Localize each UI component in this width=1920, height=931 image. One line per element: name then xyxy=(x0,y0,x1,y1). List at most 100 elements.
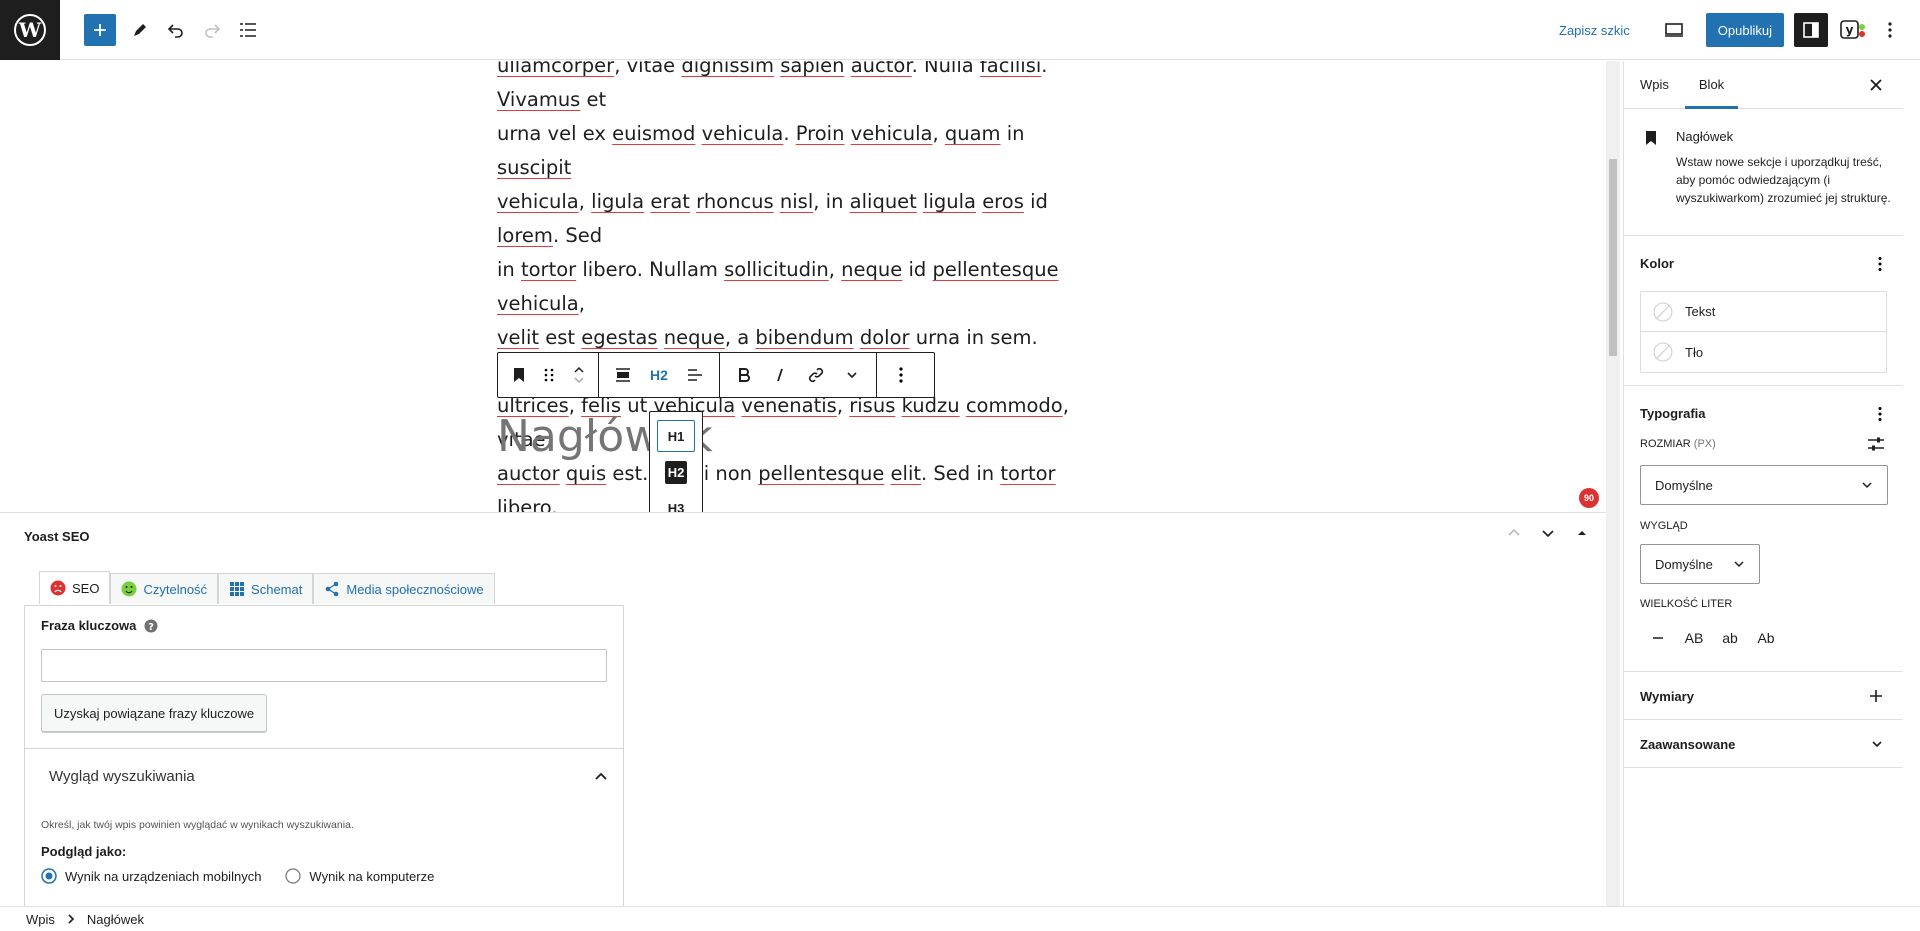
radio-desktop-label: Wynik na komputerze xyxy=(309,868,435,884)
letter-case-options: AB ab Ab xyxy=(1640,620,1784,656)
tab-post[interactable]: Wpis xyxy=(1624,61,1685,109)
block-name: Nagłówek xyxy=(1676,129,1734,144)
paragraph-line: vehicula, ligula erat rhoncus nisl, in a… xyxy=(497,190,1048,247)
options-more-icon[interactable] xyxy=(1872,12,1908,48)
more-formats-chevron-icon[interactable] xyxy=(834,357,870,393)
breadcrumb-current[interactable]: Nagłówek xyxy=(87,912,144,927)
wordpress-logo-icon[interactable]: W xyxy=(0,0,60,60)
font-size-value: Domyślne xyxy=(1655,477,1713,493)
block-options-icon[interactable] xyxy=(883,357,919,393)
italic-button[interactable] xyxy=(762,357,798,393)
chevron-up-icon xyxy=(595,772,607,780)
preview-as-label: Podgląd jako: xyxy=(41,844,127,859)
keyphrase-label-row: Fraza kluczowa ? xyxy=(41,618,158,633)
radio-mobile[interactable] xyxy=(41,868,57,884)
collapse-triangle-icon[interactable] xyxy=(1574,525,1590,541)
font-size-select[interactable]: Domyślne xyxy=(1640,465,1888,505)
text-align-icon[interactable] xyxy=(677,357,713,393)
typography-options-icon[interactable] xyxy=(1877,406,1883,422)
case-lower-button[interactable]: ab xyxy=(1712,620,1748,656)
tab-seo[interactable]: SEO xyxy=(39,571,111,604)
svg-text:y: y xyxy=(1846,23,1854,37)
case-upper-button[interactable]: AB xyxy=(1676,620,1712,656)
seo-panel: Fraza kluczowa ? Uzyskaj powiązane frazy… xyxy=(24,605,624,907)
tab-schema[interactable]: Schemat xyxy=(218,573,314,604)
yoast-metabox: 90 Yoast SEO SEO Czytelność Schemat Medi… xyxy=(0,488,1606,907)
keyphrase-input[interactable] xyxy=(41,649,607,682)
undo-icon[interactable] xyxy=(158,12,194,48)
chevron-down-icon xyxy=(1872,741,1882,748)
help-icon[interactable]: ? xyxy=(144,619,158,633)
drag-handle-icon[interactable] xyxy=(534,357,564,393)
align-wide-icon[interactable] xyxy=(605,357,641,393)
search-appearance-header[interactable]: Wygląd wyszukiwania xyxy=(49,768,609,785)
related-keyphrases-button[interactable]: Uzyskaj powiązane frazy kluczowe xyxy=(41,694,268,732)
grid-icon xyxy=(230,582,245,596)
case-none-button[interactable] xyxy=(1640,620,1676,656)
color-title: Kolor xyxy=(1640,256,1674,271)
radio-mobile-label: Wynik na urządzeniach mobilnych xyxy=(65,868,262,884)
color-options-icon[interactable] xyxy=(1877,256,1883,272)
notification-badge: 90 xyxy=(1579,488,1599,508)
dimensions-title: Wymiary xyxy=(1640,689,1694,704)
editor-scrollbar[interactable] xyxy=(1606,61,1620,906)
header-actions: Zapisz szkic Opublikuj y xyxy=(1559,0,1920,60)
settings-sidebar-toggle[interactable] xyxy=(1794,13,1828,47)
move-up-down-icon[interactable] xyxy=(564,357,594,393)
color-text-label: Tekst xyxy=(1685,304,1716,319)
plus-icon[interactable] xyxy=(1869,689,1883,703)
advanced-panel[interactable]: Zaawansowane xyxy=(1624,720,1903,768)
breadcrumb-root[interactable]: Wpis xyxy=(26,912,55,927)
redo-icon[interactable] xyxy=(194,12,230,48)
appearance-select[interactable]: Domyślne xyxy=(1640,544,1760,584)
preview-desktop-icon[interactable] xyxy=(1656,12,1692,48)
yoast-title: Yoast SEO xyxy=(24,529,90,544)
dimensions-panel[interactable]: Wymiary xyxy=(1624,672,1903,720)
sidebar-scrollbar[interactable] xyxy=(1903,61,1920,906)
link-icon[interactable] xyxy=(798,357,834,393)
close-icon[interactable] xyxy=(1869,78,1883,92)
appearance-label: WYGLĄD xyxy=(1640,520,1688,532)
tab-readability[interactable]: Czytelność xyxy=(110,573,219,604)
yoast-icon[interactable]: y xyxy=(1836,12,1872,48)
radio-desktop[interactable] xyxy=(285,868,302,884)
heading-level-button[interactable]: H2 xyxy=(641,357,677,393)
heading-level-h2[interactable]: H2 xyxy=(657,456,695,488)
color-bg-item[interactable]: Tło xyxy=(1641,332,1886,372)
move-down-icon[interactable] xyxy=(1540,525,1556,541)
typography-title: Typografia xyxy=(1640,406,1706,421)
block-description: Wstaw nowe sekcje i uporządkuj treść, ab… xyxy=(1676,155,1891,205)
block-card: Nagłówek Wstaw nowe sekcje i uporządkuj … xyxy=(1624,109,1903,236)
yoast-tabs: SEO Czytelność Schemat Media społecznośc… xyxy=(39,571,495,604)
editor-canvas: ullamcorper, vitae dignissim sapien auct… xyxy=(0,61,1606,512)
case-capitalize-button[interactable]: Ab xyxy=(1748,620,1784,656)
size-label: ROZMIAR xyxy=(1640,438,1691,450)
chevron-down-icon xyxy=(1862,482,1872,489)
color-swatch-empty-icon xyxy=(1653,302,1673,321)
color-text-item[interactable]: Tekst xyxy=(1641,292,1886,332)
editor-scrollbar-thumb[interactable] xyxy=(1609,159,1617,356)
size-unit: (PX) xyxy=(1693,438,1716,450)
heading-level-h1[interactable]: H1 xyxy=(657,420,695,452)
add-block-button[interactable] xyxy=(84,13,116,46)
move-up-icon[interactable] xyxy=(1506,525,1522,541)
settings-sidebar: Wpis Blok Nagłówek Wstaw nowe sekcje i u… xyxy=(1623,61,1903,906)
tools-pencil-icon[interactable] xyxy=(122,12,158,48)
tab-block[interactable]: Blok xyxy=(1685,61,1738,109)
heading-block-icon[interactable] xyxy=(504,357,534,393)
svg-text:W: W xyxy=(18,18,42,42)
tab-social[interactable]: Media społecznościowe xyxy=(313,573,495,604)
size-label-row: ROZMIAR (PX) xyxy=(1640,438,1716,450)
color-bg-label: Tło xyxy=(1685,344,1704,360)
divider xyxy=(25,748,623,749)
chevron-down-icon xyxy=(1734,561,1744,568)
svg-text:?: ? xyxy=(148,622,154,633)
custom-size-toggle-icon[interactable] xyxy=(1867,436,1885,452)
share-icon xyxy=(326,581,339,597)
color-panel: Kolor Tekst Tło xyxy=(1624,236,1903,386)
document-overview-icon[interactable] xyxy=(230,12,266,48)
publish-button[interactable]: Opublikuj xyxy=(1705,13,1784,47)
bold-button[interactable] xyxy=(726,357,762,393)
sad-face-icon xyxy=(50,580,66,596)
save-draft-button[interactable]: Zapisz szkic xyxy=(1559,23,1630,38)
